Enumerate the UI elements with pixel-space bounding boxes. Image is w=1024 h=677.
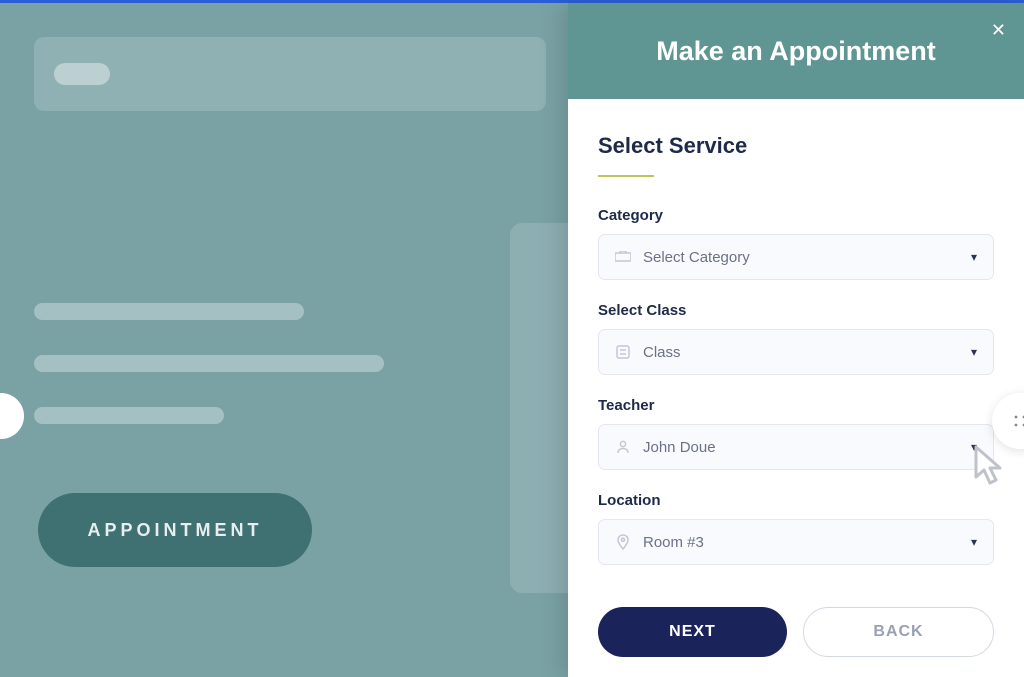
- teacher-select[interactable]: John Doue ▾: [598, 424, 994, 470]
- appointment-drawer: Make an Appointment ✕ Select Service Cat…: [568, 3, 1024, 677]
- location-label: Location: [598, 492, 994, 509]
- back-button[interactable]: BACK: [803, 607, 994, 657]
- drawer-body: Select Service Category Select Category …: [568, 99, 1024, 607]
- placeholder-line: [34, 407, 224, 424]
- placeholder-card-top: [34, 37, 546, 111]
- chevron-down-icon: ▾: [971, 440, 977, 454]
- chevron-down-icon: ▾: [971, 535, 977, 549]
- placeholder-line: [34, 355, 384, 372]
- category-value: Select Category: [643, 249, 750, 266]
- class-label: Select Class: [598, 302, 994, 319]
- chevron-down-icon: ▾: [971, 250, 977, 264]
- drawer-footer: NEXT BACK: [568, 607, 1024, 677]
- next-button-label: NEXT: [669, 623, 716, 641]
- category-icon: [615, 251, 631, 263]
- location-icon: [615, 534, 631, 550]
- drawer-header: Make an Appointment ✕: [568, 3, 1024, 99]
- placeholder-line: [34, 303, 304, 320]
- teacher-value: John Doue: [643, 439, 716, 456]
- class-icon: [615, 345, 631, 359]
- location-value: Room #3: [643, 534, 704, 551]
- next-button[interactable]: NEXT: [598, 607, 787, 657]
- section-title: Select Service: [598, 133, 994, 159]
- appointment-button-label: APPOINTMENT: [87, 520, 262, 541]
- back-button-label: BACK: [873, 623, 923, 641]
- person-icon: [615, 440, 631, 454]
- class-select[interactable]: Class ▾: [598, 329, 994, 375]
- location-select[interactable]: Room #3 ▾: [598, 519, 994, 565]
- class-value: Class: [643, 344, 681, 361]
- chevron-down-icon: ▾: [971, 345, 977, 359]
- close-icon[interactable]: ✕: [987, 17, 1010, 43]
- category-label: Category: [598, 207, 994, 224]
- teacher-label: Teacher: [598, 397, 994, 414]
- category-select[interactable]: Select Category ▾: [598, 234, 994, 280]
- section-underline: [598, 175, 654, 177]
- drawer-title: Make an Appointment: [656, 36, 936, 67]
- appointment-button[interactable]: APPOINTMENT: [38, 493, 312, 567]
